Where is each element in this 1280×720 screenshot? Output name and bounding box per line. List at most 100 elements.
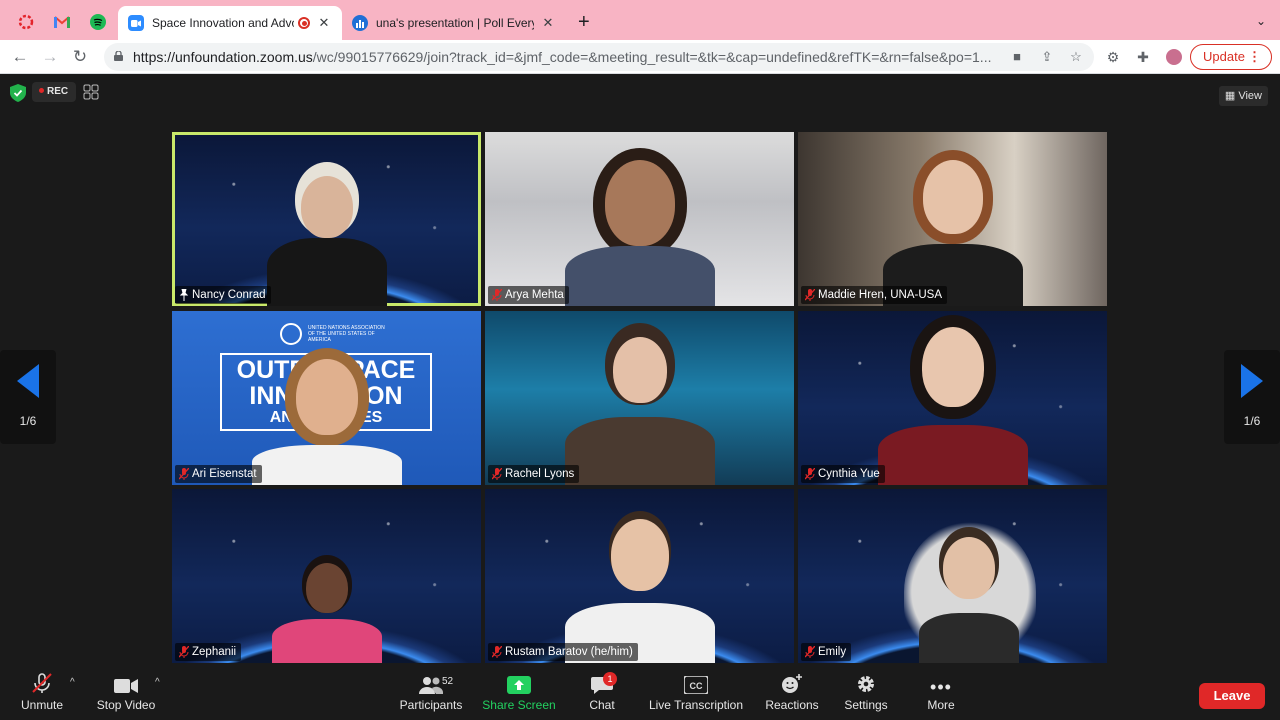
camera-blocked-icon[interactable]: ■ [1009, 49, 1025, 65]
muted-mic-icon [492, 646, 502, 658]
extension-gear-icon[interactable]: ⚙ [1104, 48, 1122, 66]
participant-name-tag: Nancy Conrad [175, 286, 271, 304]
participant-name-tag: Rachel Lyons [488, 465, 580, 483]
svg-text:CC: CC [690, 681, 703, 691]
gear-icon [858, 676, 874, 692]
muted-mic-icon [179, 646, 189, 658]
participant-video [251, 359, 402, 485]
video-tile-maddie-hren[interactable]: Maddie Hren, UNA-USA [798, 132, 1107, 306]
tab-close-icon[interactable]: ✕ [316, 15, 332, 31]
participant-video [266, 176, 387, 306]
video-tile-nancy-conrad[interactable]: Nancy Conrad [172, 132, 481, 306]
more-button[interactable]: ••• More [918, 671, 964, 720]
new-tab-button[interactable]: + [578, 12, 590, 32]
video-camera-icon [114, 679, 138, 693]
page-indicator: 1/6 [1243, 414, 1261, 428]
closed-caption-icon: CC [684, 676, 708, 694]
tab-close-icon[interactable]: ✕ [540, 15, 556, 31]
chat-unread-badge: 1 [603, 672, 617, 686]
extensions-puzzle-icon[interactable]: ✚ [1134, 48, 1152, 66]
tab-title: Space Innovation and Advo [152, 16, 294, 30]
pinned-tab-gmail[interactable] [48, 8, 76, 36]
video-options-chevron-icon[interactable]: ^ [155, 677, 160, 688]
forward-button[interactable]: → [39, 46, 61, 68]
tab-search-chevron-icon[interactable]: ⌄ [1256, 14, 1266, 28]
smiley-plus-icon [782, 674, 802, 693]
participants-count: 52 [442, 676, 454, 687]
gmail-icon [54, 16, 70, 28]
settings-button[interactable]: Settings [840, 671, 892, 720]
participant-name-tag: Ari Eisenstat [175, 465, 262, 483]
recording-badge: REC [32, 82, 76, 102]
muted-mic-icon [32, 673, 52, 693]
participant-video [918, 537, 1019, 663]
poll-everywhere-icon [352, 15, 368, 31]
participant-name-tag: Rustam Baratov (he/him) [488, 643, 638, 661]
video-tile-rachel-lyons[interactable]: Rachel Lyons [485, 311, 794, 485]
security-shield-icon[interactable] [10, 84, 26, 102]
share-screen-button[interactable]: Share Screen [482, 671, 556, 720]
video-tile-emily[interactable]: Emily [798, 489, 1107, 663]
participant-name-tag: Cynthia Yue [801, 465, 885, 483]
tab-title: una's presentation | Poll Everyw [376, 16, 534, 30]
view-button[interactable]: ▦ View [1218, 86, 1268, 106]
pinned-tab-adobe[interactable] [12, 8, 40, 36]
participant-name-tag: Maddie Hren, UNA-USA [801, 286, 947, 304]
participants-icon [419, 677, 444, 694]
leave-button[interactable]: Leave [1199, 683, 1265, 709]
muted-mic-icon [492, 468, 502, 480]
video-tile-rustam-baratov[interactable]: Rustam Baratov (he/him) [485, 489, 794, 663]
una-org-text: UNITED NATIONS ASSOCIATION OF THE UNITED… [308, 325, 385, 343]
video-tile-cynthia-yue[interactable]: Cynthia Yue [798, 311, 1107, 485]
tab-poll-everywhere[interactable]: una's presentation | Poll Everyw ✕ [342, 6, 566, 40]
browser-tab-strip: Space Innovation and Advo ✕ una's presen… [0, 0, 1280, 40]
previous-page-button[interactable]: 1/6 [0, 350, 56, 444]
participant-video [564, 519, 715, 663]
arrow-left-icon [17, 364, 39, 398]
participant-video [564, 160, 715, 306]
muted-mic-icon [805, 468, 815, 480]
tab-zoom-meeting[interactable]: Space Innovation and Advo ✕ [118, 6, 342, 40]
meeting-controls-bar: Unmute ^ Stop Video ^ Participants 52 Sh… [0, 671, 1280, 720]
pinned-tab-spotify[interactable] [84, 8, 112, 36]
spotify-icon [90, 14, 106, 30]
browser-toolbar: ← → ↻ https://unfoundation.zoom.us/wc/99… [0, 40, 1280, 74]
muted-mic-icon [805, 646, 815, 658]
participant-name-tag: Emily [801, 643, 852, 661]
participant-name-tag: Arya Mehta [488, 286, 569, 304]
address-bar[interactable]: https://unfoundation.zoom.us/wc/99015776… [104, 43, 1094, 71]
view-grid-icon: ▦ [1224, 90, 1239, 102]
un-emblem-icon [280, 323, 302, 345]
url-text: https://unfoundation.zoom.us/wc/99015776… [133, 49, 992, 65]
unmute-button[interactable]: Unmute [14, 671, 70, 720]
muted-mic-icon [179, 468, 189, 480]
update-button[interactable]: Update ⋮ [1190, 44, 1272, 70]
share-icon[interactable]: ⇪ [1039, 49, 1055, 65]
participant-video [882, 160, 1023, 306]
participant-video [877, 327, 1028, 485]
meeting-area: REC ▦ View 1/6 1/6 Nancy Conrad Arya Meh… [0, 74, 1280, 671]
live-transcription-button[interactable]: CC Live Transcription [646, 671, 746, 720]
video-tile-arya-mehta[interactable]: Arya Mehta [485, 132, 794, 306]
participants-button[interactable]: Participants [396, 671, 466, 720]
profile-avatar[interactable] [1164, 47, 1184, 67]
page-indicator: 1/6 [19, 414, 37, 428]
pin-icon [179, 289, 189, 301]
recording-indicator-icon [298, 17, 310, 29]
back-button[interactable]: ← [9, 46, 31, 68]
zoom-icon [128, 15, 144, 31]
participant-name-tag: Zephanii [175, 643, 242, 661]
reload-button[interactable]: ↻ [69, 46, 91, 68]
stop-video-button[interactable]: Stop Video [96, 671, 156, 720]
more-vert-icon: ⋮ [1248, 49, 1261, 64]
video-tile-ari-eisenstat[interactable]: UNITED NATIONS ASSOCIATION OF THE UNITED… [172, 311, 481, 485]
muted-mic-icon [492, 289, 502, 301]
reactions-button[interactable]: Reactions [764, 671, 820, 720]
audio-options-chevron-icon[interactable]: ^ [70, 677, 75, 688]
muted-mic-icon [805, 289, 815, 301]
video-tile-zephanii[interactable]: Zephanii [172, 489, 481, 663]
arrow-right-icon [1241, 364, 1263, 398]
next-page-button[interactable]: 1/6 [1224, 350, 1280, 444]
bookmark-star-icon[interactable]: ☆ [1068, 49, 1084, 65]
gallery-grid-icon[interactable] [83, 84, 99, 100]
